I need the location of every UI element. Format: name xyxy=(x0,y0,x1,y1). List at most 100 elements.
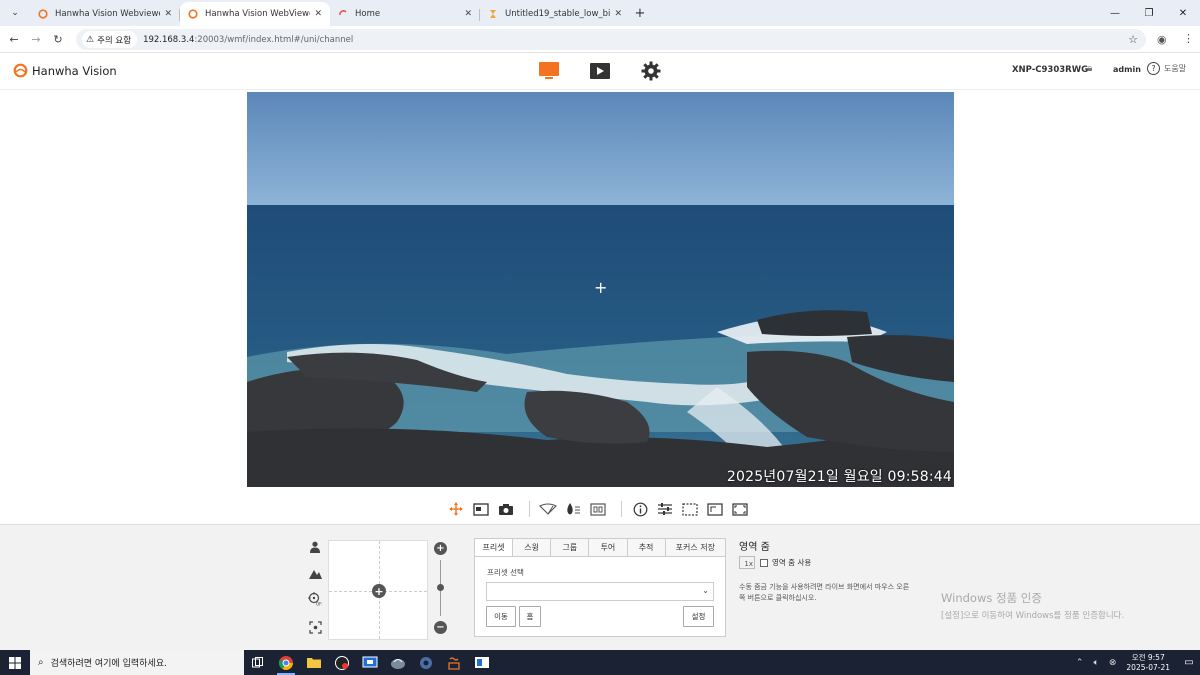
coffee-app-icon[interactable] xyxy=(440,650,468,675)
chrome-taskbar-icon[interactable] xyxy=(272,650,300,675)
windows-taskbar: ⌕ 검색하려면 여기에 입력하세요. ⌃ 🔈︎ ⊗ 오전 9:57 2025-0… xyxy=(0,650,1200,675)
home-button[interactable]: 홈 xyxy=(519,606,541,627)
live-monitor-icon[interactable] xyxy=(538,60,560,82)
move-button[interactable]: 이동 xyxy=(486,606,516,627)
zoom-in-icon[interactable]: + xyxy=(434,542,447,555)
ptz-control-panel: OFF + + − 프리셋 스윙 그룹 투어 추적 포커스 저장 프리셋 선택 … xyxy=(0,524,1200,650)
close-window-icon[interactable]: ✕ xyxy=(1166,0,1200,26)
network-disconnected-icon[interactable]: ⊗ xyxy=(1109,658,1117,668)
tab-preset[interactable]: 프리셋 xyxy=(475,539,514,556)
auto-tracking-off-icon[interactable]: OFF xyxy=(307,591,323,607)
security-warning-chip[interactable]: ⚠ 주의 요함 xyxy=(82,31,138,48)
zoom-slider-handle[interactable] xyxy=(437,584,444,591)
live-video[interactable]: + 2025년07월21일 월요일 09:58:44 xyxy=(247,92,954,487)
fullscreen-icon[interactable] xyxy=(730,500,750,518)
reload-icon[interactable]: ↻ xyxy=(47,33,69,46)
profile-icon[interactable]: ◉ xyxy=(1157,33,1167,46)
help-button[interactable]: ? 도움말 xyxy=(1147,62,1186,75)
chevron-down-icon: ⌄ xyxy=(702,586,709,595)
address-bar: ← → ↻ ⚠ 주의 요함 192.168.3.4:20003/wmf/inde… xyxy=(0,26,1200,53)
tab-title: Untitled19_stable_low_bitrate xyxy=(505,9,611,19)
menu-kebab-icon[interactable]: ⋮ xyxy=(1183,32,1194,45)
speaker-muted-icon[interactable]: 🔈︎ xyxy=(1093,658,1098,668)
set-button[interactable]: 설정 xyxy=(683,606,714,627)
area-zoom-title: 영역 줌 xyxy=(739,542,770,553)
user-name[interactable]: admin xyxy=(1113,65,1141,74)
window-controls: — ❐ ✕ xyxy=(1098,0,1200,26)
url-text: 192.168.3.4:20003/wmf/index.html#/uni/ch… xyxy=(143,34,354,45)
windows-start-icon[interactable] xyxy=(0,650,30,675)
close-tab-icon[interactable]: ✕ xyxy=(314,9,322,19)
url-input[interactable]: ⚠ 주의 요함 192.168.3.4:20003/wmf/index.html… xyxy=(76,29,1146,50)
wiper-icon[interactable] xyxy=(538,500,558,518)
tab-search-chevron-icon[interactable]: ⌄ xyxy=(4,2,26,24)
logo-text: Hanwha Vision xyxy=(32,63,117,78)
terminal-app-icon[interactable] xyxy=(468,650,496,675)
network-tool-icon[interactable] xyxy=(384,650,412,675)
browser-tab[interactable]: Hanwha Vision Webviewer ✕ xyxy=(30,2,180,26)
area-select-icon[interactable] xyxy=(680,500,700,518)
tab-group[interactable]: 그룹 xyxy=(551,539,590,556)
activation-subtitle: [설정]으로 이동하여 Windows를 정품 인증합니다. xyxy=(941,611,1125,621)
preset-select-label: 프리셋 선택 xyxy=(487,568,524,577)
person-tracking-icon[interactable] xyxy=(307,539,323,555)
tab-swing[interactable]: 스윙 xyxy=(513,539,552,556)
zoom-level-icon: 1x xyxy=(739,556,755,569)
svg-text:OFF: OFF xyxy=(316,602,322,607)
new-tab-icon[interactable]: + xyxy=(630,6,650,21)
snapshot-camera-icon[interactable] xyxy=(496,500,516,518)
settings-gear-icon[interactable] xyxy=(640,60,662,82)
zoom-out-icon[interactable]: − xyxy=(434,621,447,634)
browser-tab[interactable]: Home ✕ xyxy=(330,2,480,26)
bookmark-star-icon[interactable]: ☆ xyxy=(1128,33,1138,46)
close-tab-icon[interactable]: ✕ xyxy=(614,9,622,19)
task-view-icon[interactable] xyxy=(244,650,272,675)
media-app-icon[interactable] xyxy=(328,650,356,675)
landscape-icon[interactable] xyxy=(307,565,323,581)
tray-chevron-up-icon[interactable]: ⌃ xyxy=(1076,658,1084,668)
image-adjust-icon[interactable] xyxy=(655,500,675,518)
area-zoom-checkbox[interactable] xyxy=(760,558,768,567)
browser-tab[interactable]: Untitled19_stable_low_bitrate ✕ xyxy=(480,2,630,26)
hanwha-logo: Hanwha Vision xyxy=(13,63,117,78)
taskbar-clock[interactable]: 오전 9:57 2025-07-21 xyxy=(1126,653,1170,673)
hanwha-icon xyxy=(38,9,48,19)
tab-focus-save[interactable]: 포커스 저장 xyxy=(665,539,726,556)
tab-tour[interactable]: 투어 xyxy=(589,539,628,556)
hanwha-icon xyxy=(188,9,198,19)
preset-select[interactable]: ⌄ xyxy=(486,582,714,601)
clock-time: 오전 9:57 xyxy=(1131,652,1165,662)
close-tab-icon[interactable]: ✕ xyxy=(464,9,472,19)
ptz-joystick[interactable]: + xyxy=(328,540,428,640)
remote-desktop-icon[interactable] xyxy=(356,650,384,675)
settings-taskbar-icon[interactable] xyxy=(412,650,440,675)
washer-icon[interactable] xyxy=(563,500,583,518)
tab-title: Hanwha Vision WebViewer xyxy=(205,9,311,19)
tab-trace[interactable]: 추적 xyxy=(627,539,666,556)
taskbar-search-input[interactable]: ⌕ 검색하려면 여기에 입력하세요. xyxy=(30,650,244,675)
restore-icon[interactable]: ❐ xyxy=(1132,0,1166,26)
picture-in-picture-icon[interactable] xyxy=(471,500,491,518)
playback-icon[interactable] xyxy=(589,60,611,82)
preset-tabs: 프리셋 스윙 그룹 투어 추적 포커스 저장 xyxy=(475,539,726,557)
activation-title: Windows 정품 인증 xyxy=(941,591,1042,605)
back-icon[interactable]: ← xyxy=(3,33,25,46)
info-icon[interactable] xyxy=(630,500,650,518)
notification-icon[interactable]: ▭ xyxy=(1178,650,1200,675)
forward-icon[interactable]: → xyxy=(25,33,47,46)
lock-icon[interactable]: 🔒︎ xyxy=(1087,63,1092,74)
close-tab-icon[interactable]: ✕ xyxy=(164,9,172,19)
joystick-handle-icon[interactable]: + xyxy=(372,584,386,598)
search-icon: ⌕ xyxy=(38,657,44,668)
system-tray: ⌃ 🔈︎ ⊗ 오전 9:57 2025-07-21 ▭ xyxy=(1076,650,1200,675)
browser-tab-active[interactable]: Hanwha Vision WebViewer ✕ xyxy=(180,2,330,26)
focus-target-icon[interactable] xyxy=(307,619,323,635)
ptz-move-icon[interactable] xyxy=(446,500,466,518)
tab-title: Home xyxy=(355,9,381,19)
fit-screen-icon[interactable] xyxy=(705,500,725,518)
area-zoom-description: 수동 줌금 기능을 사용하려면 라이브 화면에서 마우스 오른쪽 버튼으로 클릭… xyxy=(739,583,910,602)
file-explorer-icon[interactable] xyxy=(300,650,328,675)
taskbar-search-placeholder: 검색하려면 여기에 입력하세요. xyxy=(50,659,167,669)
defog-icon[interactable] xyxy=(588,500,608,518)
minimize-icon[interactable]: — xyxy=(1098,0,1132,26)
